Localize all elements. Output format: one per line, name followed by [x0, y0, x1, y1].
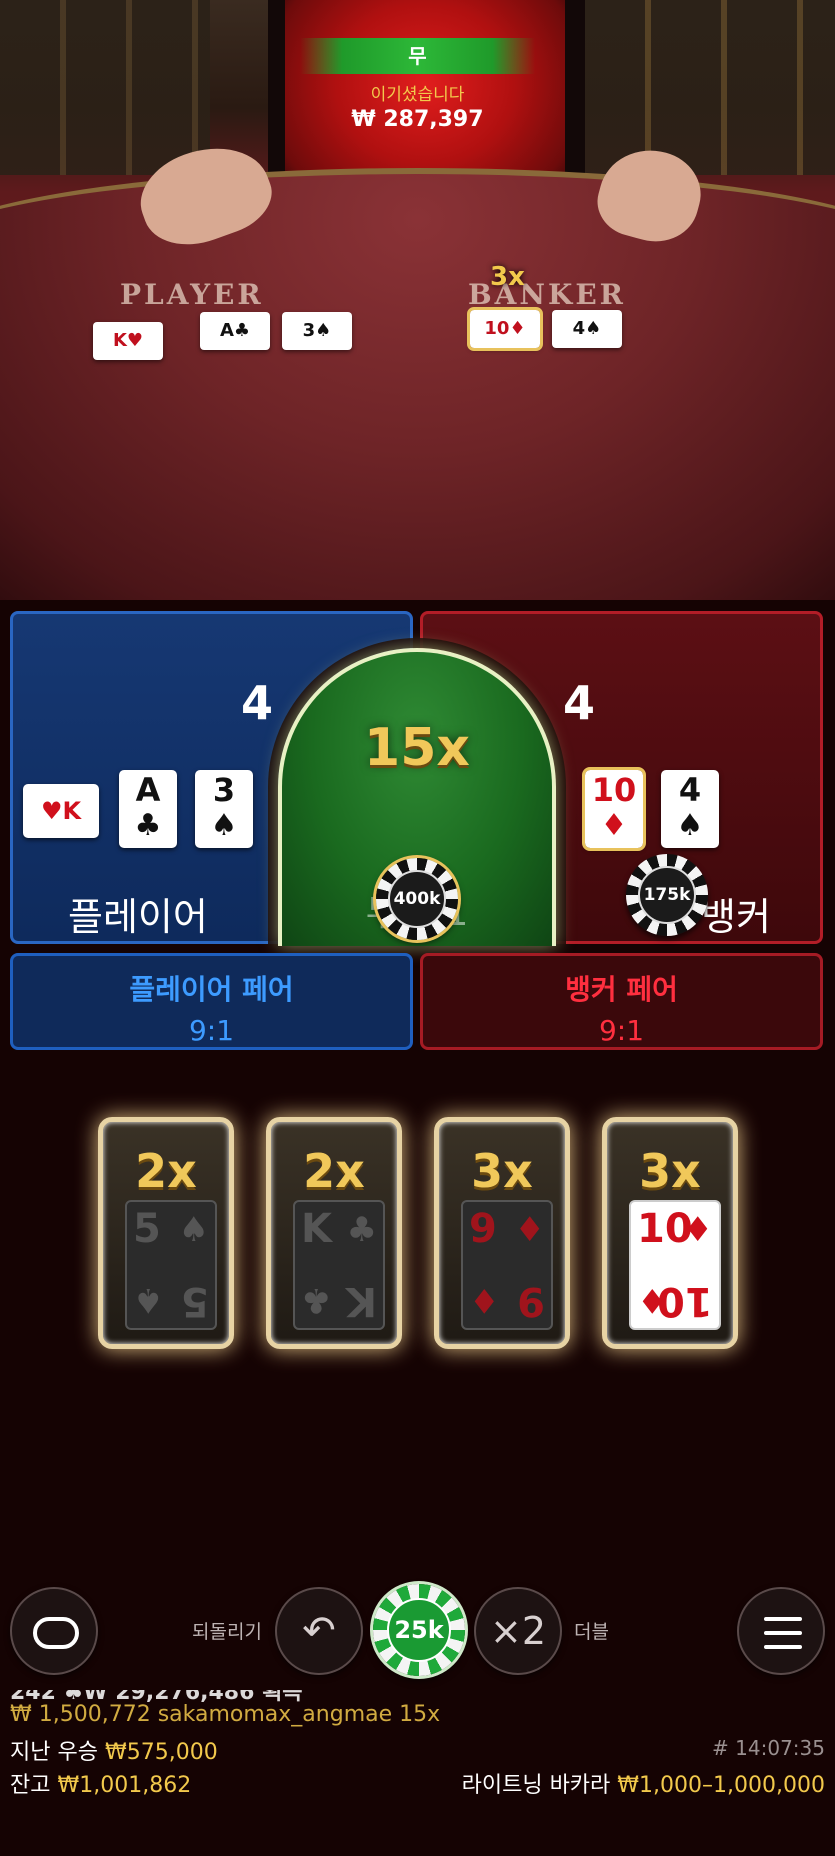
- player-label: 플레이어: [68, 895, 208, 939]
- double-icon: ×2: [489, 1609, 547, 1653]
- lobby-button[interactable]: [10, 1587, 98, 1675]
- table-card-player-3: 3♠: [282, 312, 352, 350]
- last-win: 지난 우승 ₩575,000: [10, 1734, 218, 1766]
- round-id: # 14:07:35: [712, 1736, 825, 1760]
- double-button[interactable]: ×2: [474, 1587, 562, 1675]
- table-card-banker-1: 10♦: [467, 307, 543, 351]
- banker-bet-chip: 175k: [626, 854, 708, 936]
- chip-selector-button[interactable]: 25k: [373, 1584, 465, 1676]
- tie-multiplier: 15x: [364, 718, 470, 778]
- limits-value: ₩1,000–1,000,000: [617, 1773, 825, 1798]
- winners-ticker: 242 ♣₩ 29,276,486 획득 ₩ 1,500,772 sakamom…: [10, 1690, 510, 1730]
- player-pair-title: 플레이어 페어: [129, 973, 294, 1006]
- player-card-2: A ♣: [119, 770, 177, 848]
- banker-card-2: 4 ♠: [661, 770, 719, 848]
- balance: 잔고 ₩1,001,862: [10, 1767, 191, 1799]
- lobby-icon: [33, 1617, 79, 1649]
- banker-pair-title: 뱅커 페어: [565, 973, 678, 1006]
- table-limits: 라이트닝 바카라 ₩1,000–1,000,000: [462, 1767, 825, 1799]
- table-card-player-2: A♣: [200, 312, 270, 350]
- last-win-label: 지난 우승: [10, 1740, 98, 1765]
- felt-player-label: PLAYER: [120, 278, 264, 311]
- double-label: 더블: [574, 1621, 609, 1643]
- lightning-card: 3x 9 ♦ 9 ♦: [434, 1117, 570, 1349]
- banker-label: 뱅커: [701, 895, 771, 939]
- player-score: 4: [241, 676, 274, 730]
- balance-value: ₩1,001,862: [57, 1773, 192, 1798]
- player-pair-odds: 9:1: [188, 1014, 235, 1047]
- banker-score: 4: [563, 676, 596, 730]
- table-card-banker-2: 4♠: [552, 310, 622, 348]
- game-name: 라이트닝 바카라: [461, 1773, 611, 1798]
- chip-value: 25k: [387, 1598, 451, 1662]
- result-amount: ₩ 287,397: [351, 107, 484, 132]
- table-card-multiplier: 3x: [490, 262, 525, 292]
- tie-bet-chip: 400k: [376, 858, 458, 940]
- menu-button[interactable]: [737, 1587, 825, 1675]
- tie-bet-spot[interactable]: 15x 무 8:1 400k: [278, 648, 556, 946]
- background-panel-left: [0, 0, 210, 175]
- result-outcome: 무: [300, 38, 535, 74]
- lightning-card: 2x 5 ♠ 5 ♠: [98, 1117, 234, 1349]
- lightning-card-active: 3x 10 ♦ 10 ♦: [602, 1117, 738, 1349]
- last-win-value: ₩575,000: [104, 1740, 218, 1765]
- undo-icon: ↶: [302, 1608, 336, 1654]
- balance-label: 잔고: [10, 1773, 51, 1798]
- result-banner: 무 이기셨습니다 ₩ 287,397: [300, 38, 535, 132]
- table-card-player-1: K♥: [93, 322, 163, 360]
- lightning-card: 2x K ♣ K ♣: [266, 1117, 402, 1349]
- undo-button[interactable]: ↶: [275, 1587, 363, 1675]
- player-pair-bet-spot[interactable]: 플레이어 페어 9:1: [10, 953, 413, 1050]
- ticker-line: ₩ 1,500,772 sakamomax_angmae 15x: [10, 1702, 441, 1727]
- result-message: 이기셨습니다: [370, 85, 465, 105]
- banker-card-1: 10 ♦: [582, 767, 646, 851]
- background-panel-right: [575, 0, 835, 175]
- undo-label: 되돌리기: [192, 1621, 262, 1643]
- banker-pair-bet-spot[interactable]: 뱅커 페어 9:1: [420, 953, 823, 1050]
- player-card-1: ♥K: [23, 784, 99, 838]
- player-card-3: 3 ♠: [195, 770, 253, 848]
- live-video: PLAYER BANKER 3x K♥ A♣ 3♠ 10♦ 4♠ 무 이기셨습니…: [0, 0, 835, 600]
- banker-pair-odds: 9:1: [598, 1014, 645, 1047]
- table-felt: [0, 168, 835, 600]
